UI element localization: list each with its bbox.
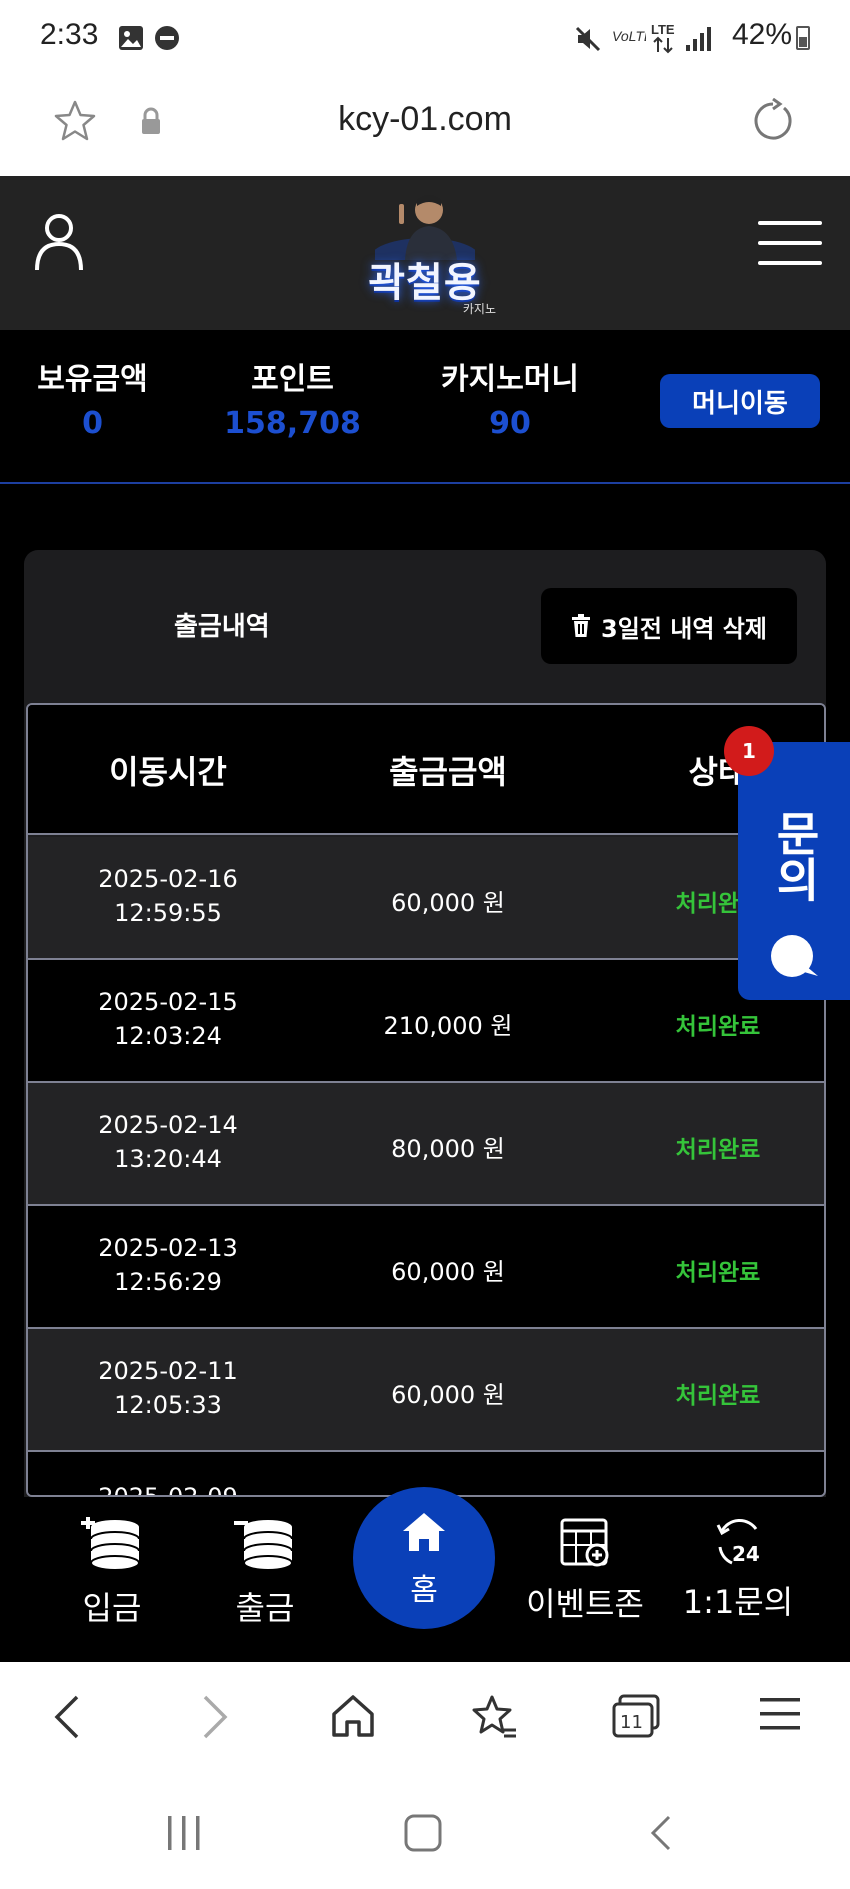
chat-bubble-icon bbox=[771, 935, 818, 977]
panel-title: 출금내역 bbox=[174, 612, 270, 642]
home-square-icon[interactable] bbox=[404, 1814, 442, 1852]
browser-url-bar: kcy-01.com bbox=[0, 78, 850, 176]
row-status: 처리완료 bbox=[675, 1014, 761, 1040]
table-row: 2025-02-15 12:03:24 210,000 원 처리완료 bbox=[28, 960, 824, 1083]
svg-text:11: 11 bbox=[620, 1712, 643, 1733]
home-icon bbox=[403, 1513, 445, 1551]
tabs-icon[interactable]: 11 bbox=[612, 1694, 662, 1740]
lte-icon: LTE bbox=[651, 22, 675, 54]
support-24-icon: 24 bbox=[716, 1518, 760, 1566]
row-datetime: 2025-02-13 12:56:29 bbox=[98, 1234, 238, 1296]
row-datetime: 2025-02-14 13:20:44 bbox=[98, 1111, 238, 1173]
dnd-icon bbox=[155, 26, 179, 50]
points-label: 포인트 bbox=[251, 362, 334, 397]
browser-menu-icon[interactable] bbox=[760, 1694, 800, 1734]
withdraw-coins-icon bbox=[234, 1520, 293, 1571]
trash-icon bbox=[572, 614, 591, 637]
back-arrow-icon[interactable] bbox=[52, 1694, 82, 1740]
row-amount: 60,000 원 bbox=[391, 889, 505, 917]
withdrawal-table: 이동시간 출금금액 상태 2025-02-16 12:59:55 60,000 원… bbox=[26, 703, 826, 1497]
forward-arrow-icon[interactable] bbox=[200, 1694, 230, 1740]
deposit-coins-icon bbox=[81, 1517, 140, 1571]
row-datetime: 2025-02-16 12:59:55 bbox=[98, 865, 238, 927]
holdings-label: 보유금액 bbox=[37, 362, 148, 397]
col-header-time: 이동시간 bbox=[109, 753, 227, 791]
nav-withdraw[interactable]: 출금 bbox=[195, 1517, 335, 1629]
row-status: 처리완료 bbox=[675, 1260, 761, 1286]
logo-subtext: 카지노 bbox=[462, 302, 496, 316]
table-row: 2025-02-13 12:56:29 60,000 원 처리완료 bbox=[28, 1206, 824, 1329]
nav-inquiry[interactable]: 24 1:1문의 bbox=[668, 1517, 808, 1623]
row-datetime: 2025-02-11 12:05:33 bbox=[98, 1357, 238, 1419]
col-header-amount: 출금금액 bbox=[389, 753, 507, 791]
mute-icon bbox=[575, 26, 601, 52]
battery-percent: 42% bbox=[731, 18, 792, 51]
nav-inquiry-label: 1:1문의 bbox=[682, 1583, 794, 1621]
logo[interactable]: 곽철용 카지노 bbox=[340, 190, 510, 316]
money-transfer-button[interactable]: 머니이동 bbox=[660, 374, 820, 428]
row-amount: 60,000 원 bbox=[391, 1381, 505, 1409]
row-amount: 210,000 원 bbox=[383, 1012, 513, 1040]
home-outline-icon[interactable] bbox=[330, 1694, 376, 1738]
balance-row: 보유금액 0 포인트 158,708 카지노머니 90 머니이동 bbox=[0, 330, 850, 484]
row-status: 처리완료 bbox=[675, 1137, 761, 1163]
image-icon bbox=[119, 26, 143, 50]
recent-apps-icon[interactable] bbox=[166, 1816, 202, 1850]
svg-text:LTE: LTE bbox=[651, 22, 675, 37]
svg-text:24: 24 bbox=[732, 1542, 760, 1566]
nav-event-zone-label: 이벤트존 bbox=[526, 1585, 644, 1623]
row-amount: 60,000 원 bbox=[391, 1258, 505, 1286]
row-datetime: 2025-02-09 bbox=[98, 1483, 238, 1497]
nav-withdraw-label: 출금 bbox=[235, 1589, 295, 1627]
clock: 2:33 bbox=[40, 18, 99, 51]
notification-badge: 1 bbox=[724, 726, 774, 776]
table-header: 이동시간 출금금액 상태 bbox=[28, 705, 824, 835]
casino-money-value: 90 bbox=[489, 406, 531, 441]
delete-old-history-button[interactable]: 3일전 내역 삭제 bbox=[541, 588, 797, 664]
row-status: 처리완료 bbox=[675, 1383, 761, 1409]
menu-icon[interactable] bbox=[758, 220, 822, 266]
row-datetime: 2025-02-15 12:03:24 bbox=[98, 988, 238, 1050]
points-value: 158,708 bbox=[224, 406, 361, 441]
holdings-value: 0 bbox=[82, 406, 103, 441]
casino-money-label: 카지노머니 bbox=[441, 362, 579, 397]
bottom-nav: 입금 출금 홈 이벤트존 24 1:1문의 bbox=[0, 1487, 850, 1662]
table-row: 2025-02-14 13:20:44 80,000 원 처리완료 bbox=[28, 1083, 824, 1206]
nav-deposit[interactable]: 입금 bbox=[42, 1517, 182, 1629]
site-header: 곽철용 카지노 bbox=[0, 176, 850, 330]
side-inquiry-label: 문의 bbox=[768, 810, 822, 902]
row-amount: 80,000 원 bbox=[391, 1135, 505, 1163]
nav-event-zone[interactable]: 이벤트존 bbox=[515, 1517, 655, 1625]
system-nav-bar bbox=[0, 1772, 850, 1889]
holdings-block: 보유금액 0 bbox=[20, 354, 165, 441]
user-icon[interactable] bbox=[34, 212, 84, 272]
delete-button-label: 3일전 내역 삭제 bbox=[601, 614, 767, 643]
nav-home-button[interactable]: 홈 bbox=[353, 1487, 495, 1629]
bookmarks-star-icon[interactable] bbox=[470, 1694, 518, 1740]
table-row: 2025-02-11 12:05:33 60,000 원 처리완료 bbox=[28, 1329, 824, 1452]
event-calendar-icon bbox=[560, 1518, 609, 1567]
reload-icon[interactable] bbox=[750, 98, 796, 144]
points-block: 포인트 158,708 bbox=[205, 354, 380, 441]
svg-text:VoLTE: VoLTE bbox=[612, 28, 646, 44]
nav-deposit-label: 입금 bbox=[82, 1589, 142, 1627]
browser-toolbar: 11 bbox=[0, 1662, 850, 1772]
signal-icon bbox=[686, 27, 711, 51]
table-row: 2025-02-16 12:59:55 60,000 원 처리완료 bbox=[28, 837, 824, 960]
system-back-icon[interactable] bbox=[648, 1814, 672, 1852]
nav-home-label: 홈 bbox=[410, 1573, 438, 1608]
url-text[interactable]: kcy-01.com bbox=[0, 100, 850, 139]
battery-icon bbox=[796, 26, 810, 50]
volte-icon: VoLTE bbox=[612, 28, 646, 44]
casino-money-block: 카지노머니 90 bbox=[420, 354, 600, 441]
status-bar: 2:33 VoLTE LTE 42% bbox=[0, 0, 850, 78]
side-inquiry-tab[interactable]: 문의 bbox=[738, 742, 850, 1000]
